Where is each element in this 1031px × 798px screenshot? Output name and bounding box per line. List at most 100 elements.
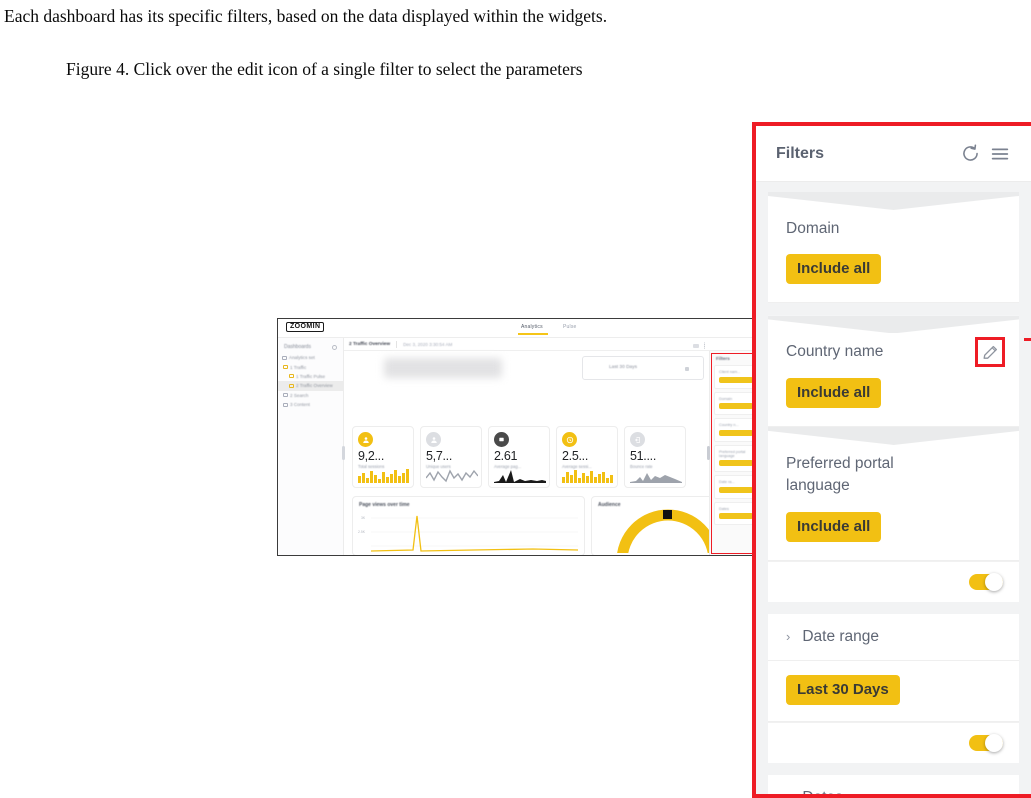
widget-page-views-over-time[interactable]: Page views over time 3K 2.5K — [352, 496, 585, 555]
filter-label: Preferred portal language — [786, 454, 894, 495]
mini-filter-pill — [719, 513, 753, 519]
more-icon[interactable] — [704, 342, 706, 349]
mini-filter-label: Country n... — [719, 423, 739, 427]
bounce-icon — [630, 432, 645, 447]
filter-collapse-dates[interactable]: › Dates — [768, 775, 1019, 798]
sidebar-item-label: 2 Traffic Overview — [296, 383, 333, 389]
dashboard-main: 2 Traffic Overview Dec 3, 2020 3:30:54 A… — [344, 338, 762, 555]
filter-value-row: Last 30 Days — [768, 661, 1019, 722]
users-icon — [426, 432, 441, 447]
filter-label: Date range — [802, 627, 880, 645]
breadcrumb-actions — [693, 342, 706, 349]
dashboard-title-placeholder — [384, 358, 502, 378]
page-views-chart: 3K 2.5K — [358, 515, 579, 552]
dashboard-title-block: Last 30 Days — [344, 351, 762, 387]
filter-value-pill[interactable]: Include all — [786, 254, 882, 285]
chevron-right-icon: › — [786, 629, 791, 645]
sidebar-item-label: 1 Traffic — [290, 364, 307, 370]
sidebar-item-1-traffic-pulse[interactable]: 1 Traffic Pulse — [278, 372, 343, 381]
dashboard-topbar: ZOOMIN Analytics Pulse — [278, 319, 762, 338]
zoomin-logo: ZOOMIN — [286, 322, 325, 332]
dashboard-icon — [283, 393, 288, 398]
search-icon[interactable] — [332, 344, 337, 350]
filter-collapse-date-range[interactable]: › Date range — [768, 614, 1019, 661]
filter-card-country-name[interactable]: Country name Include all — [768, 315, 1019, 427]
breadcrumb-title: 2 Traffic Overview — [349, 341, 391, 347]
filters-menu-button[interactable] — [985, 139, 1015, 169]
date-range-value: Last 30 Days — [609, 365, 637, 370]
kpi-card-average-pages[interactable]: 2.61 Average pag... — [488, 426, 550, 488]
menu-icon — [991, 148, 1009, 159]
sidebar-item-2-search[interactable]: 2 Search — [278, 391, 343, 400]
sidebar-item-label: 3 Content — [290, 402, 310, 408]
dashboard-icon — [289, 383, 294, 388]
filters-resize-handle[interactable] — [707, 446, 710, 460]
dashboard-icon — [282, 355, 287, 360]
breadcrumb-divider — [396, 340, 398, 348]
kpi-card-bounce-rate[interactable]: 51.... Bounce rate — [624, 426, 686, 488]
kpi-card-total-sessions[interactable]: 9,2... Total sessions — [352, 426, 414, 488]
tab-analytics[interactable]: Analytics — [518, 324, 548, 335]
page-root: Each dashboard has its specific filters,… — [0, 0, 1031, 798]
clock-icon — [562, 432, 577, 447]
mini-filter-pill — [719, 486, 753, 493]
filters-panel-callout: Filters Domain Include all Country name … — [752, 122, 1031, 798]
mini-filter-pill — [719, 460, 753, 466]
sessions-icon — [358, 432, 373, 447]
dashboard-icon — [283, 365, 288, 370]
filter-group-domain: Domain Include all — [768, 192, 1019, 304]
kpi-value: 9,2... — [358, 449, 384, 463]
sidebar-item-2-traffic-overview[interactable]: 2 Traffic Overview — [278, 381, 343, 391]
filter-card-domain[interactable]: Domain Include all — [768, 192, 1019, 304]
mini-filter-pill — [719, 429, 753, 436]
mini-filter-label: Domain — [719, 396, 733, 401]
sparkline-chart — [358, 469, 409, 483]
kpi-card-average-session[interactable]: 2.5... Average sessi... — [556, 426, 618, 488]
sparkline-chart — [562, 470, 613, 483]
edit-filter-button[interactable] — [975, 337, 1005, 368]
mini-filter-label: Date ra... — [719, 480, 735, 484]
sidebar-resize-handle[interactable] — [342, 446, 345, 460]
filter-card-preferred-portal-language[interactable]: Preferred portal language Include all — [768, 426, 1019, 561]
sparkline-chart — [630, 473, 682, 483]
toggle-knob — [985, 733, 1003, 752]
chevron-right-icon: › — [786, 790, 791, 798]
reset-icon — [962, 144, 978, 161]
filters-scroll-area[interactable]: Domain Include all Country name Include … — [756, 182, 1031, 798]
filter-label: Domain — [786, 220, 840, 237]
chevron-shade-decoration — [768, 315, 1019, 334]
sidebar-item-1-traffic[interactable]: 1 Traffic — [278, 362, 343, 371]
mini-filter-label: Client nam... — [719, 370, 741, 374]
filter-toggle-switch[interactable] — [969, 572, 1003, 591]
filter-group-toggle-row — [768, 560, 1019, 602]
sidebar-item-label: 2 Search — [290, 392, 309, 398]
svg-text:3K: 3K — [361, 516, 366, 520]
kpi-card-unique-users[interactable]: 5,7... Unique users — [420, 426, 482, 488]
tab-pulse[interactable]: Pulse — [563, 324, 577, 330]
page-title: Filters — [776, 144, 825, 162]
sidebar-item-analytics-set[interactable]: Analytics set — [278, 353, 343, 362]
grid-icon[interactable] — [693, 343, 699, 348]
filter-toggle-switch[interactable] — [969, 733, 1003, 752]
filter-group-country-language: Country name Include all Preferred porta… — [768, 315, 1019, 602]
dashboard-sidebar: Dashboards Analytics set 1 Traffic 1 Tra… — [278, 338, 344, 555]
mini-filter-label: Preferred portal language — [719, 449, 746, 458]
mini-filter-label: Dates — [719, 506, 729, 511]
callout-connector-line — [1024, 338, 1031, 341]
reset-filters-button[interactable] — [955, 139, 985, 169]
filter-value-pill[interactable]: Include all — [786, 511, 882, 542]
filters-panel: Filters Domain Include all Country name … — [756, 126, 1031, 794]
dashboard-icon — [283, 402, 288, 407]
chevron-shade-decoration — [768, 192, 1019, 210]
kpi-value: 2.61 — [494, 449, 518, 463]
filter-value-pill[interactable]: Include all — [786, 377, 882, 408]
kpi-value: 5,7... — [426, 449, 452, 463]
filter-label: Dates — [802, 788, 843, 798]
filter-value-pill[interactable]: Last 30 Days — [786, 674, 900, 705]
chevron-down-icon — [685, 367, 689, 371]
sparkline-chart — [494, 470, 546, 483]
sidebar-item-label: Analytics set — [289, 355, 315, 361]
date-range-select[interactable]: Last 30 Days — [582, 356, 704, 380]
sidebar-item-3-content[interactable]: 3 Content — [278, 400, 343, 409]
pencil-icon — [982, 345, 997, 359]
